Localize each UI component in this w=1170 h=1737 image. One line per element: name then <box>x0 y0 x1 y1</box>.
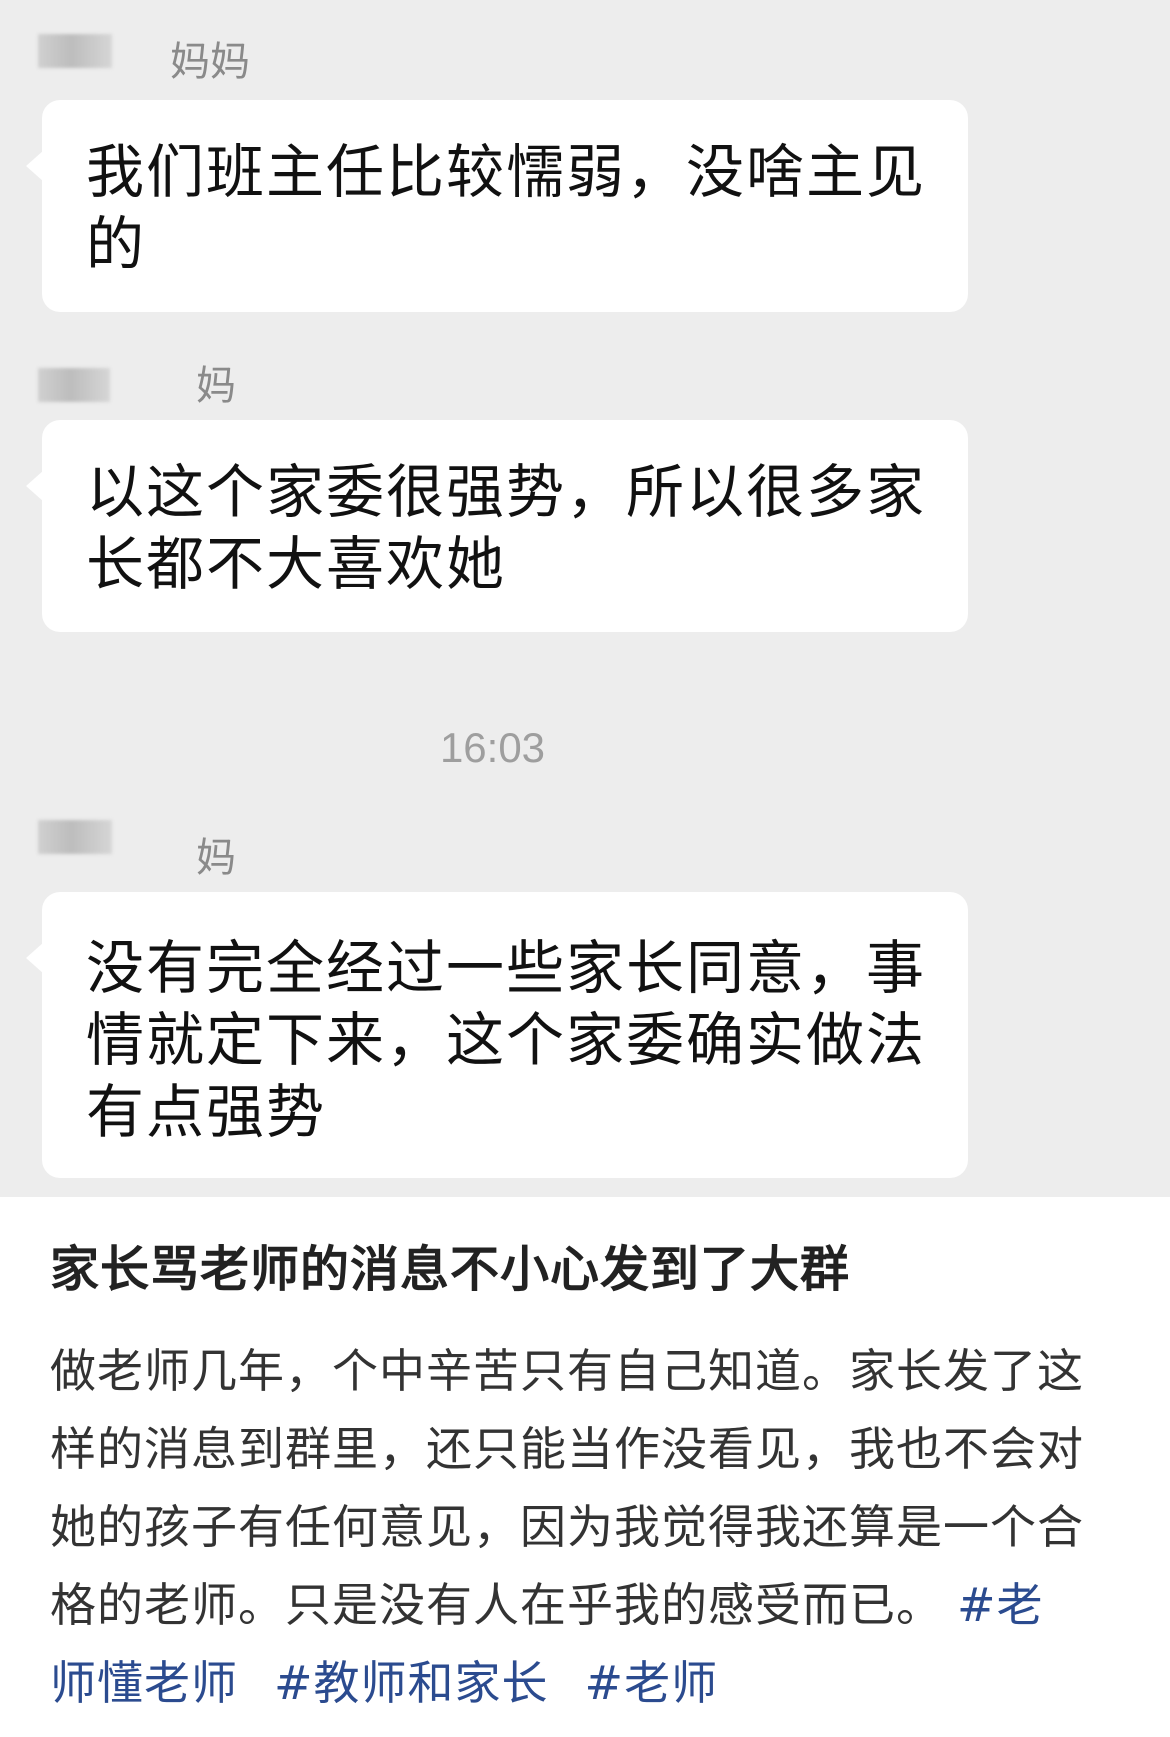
chat-screenshot: 妈妈 我们班主任比较懦弱，没啥主见的 妈 以这个家委很强势，所以很多家长都不大喜… <box>0 0 1170 1197</box>
message-bubble[interactable]: 没有完全经过一些家长同意，事情就定下来，这个家委确实做法有点强势 <box>26 892 968 1178</box>
post-body-text: 做老师几年，个中辛苦只有自己知道。家长发了这样的消息到群里，还只能当作没看见，我… <box>50 1344 1084 1632</box>
post-title: 家长骂老师的消息不小心发到了大群 <box>50 1241 851 1298</box>
hashtag-link[interactable]: #老师 <box>585 1656 719 1710</box>
message-bubble[interactable]: 以这个家委很强势，所以很多家长都不大喜欢她 <box>26 420 968 632</box>
message-bubble[interactable]: 我们班主任比较懦弱，没啥主见的 <box>26 100 968 312</box>
sender-avatar-blurred[interactable] <box>38 368 110 402</box>
post-content: 家长骂老师的消息不小心发到了大群 做老师几年，个中辛苦只有自己知道。家长发了这样… <box>50 1240 1140 1722</box>
chat-timestamp: 16:03 <box>439 724 546 771</box>
message-text: 没有完全经过一些家长同意，事情就定下来，这个家委确实做法有点强势 <box>86 934 927 1146</box>
sender-avatar-blurred[interactable] <box>38 820 112 854</box>
sender-avatar-blurred[interactable] <box>38 34 112 68</box>
post-body: 做老师几年，个中辛苦只有自己知道。家长发了这样的消息到群里，还只能当作没看见，我… <box>50 1332 1090 1722</box>
sender-name: 妈 <box>196 835 236 881</box>
hashtag-link[interactable]: #教师和家长 <box>274 1656 549 1710</box>
sender-name: 妈妈 <box>170 39 250 85</box>
sender-name: 妈 <box>196 363 236 409</box>
message-text: 以这个家委很强势，所以很多家长都不大喜欢她 <box>86 458 927 598</box>
message-text: 我们班主任比较懦弱，没啥主见的 <box>86 138 927 278</box>
